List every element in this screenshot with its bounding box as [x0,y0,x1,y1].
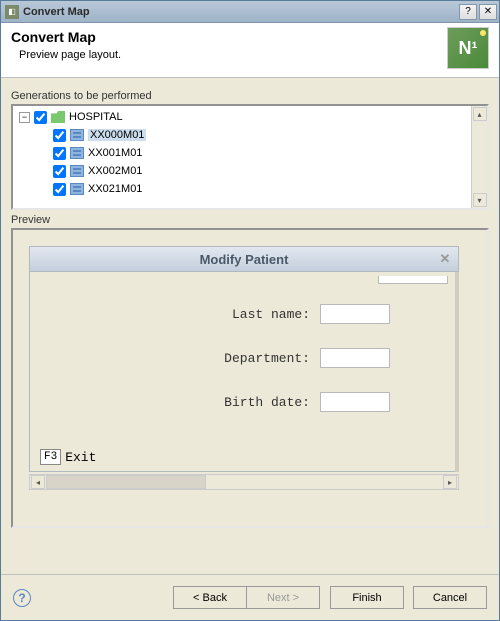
collapse-icon[interactable]: − [19,112,30,123]
last-name-input[interactable] [320,304,390,324]
tree-item-label: XX001M01 [88,147,142,159]
tree-item-row[interactable]: XX001M01 [17,144,483,162]
folder-icon [51,111,65,123]
tree-root-checkbox[interactable] [34,111,47,124]
field-label: Department: [40,351,320,366]
product-logo: N¹ [447,27,489,69]
form-icon [70,129,84,141]
function-key-label: Exit [65,450,96,465]
form-row: Department: [40,336,448,380]
tree-root-row[interactable]: − HOSPITAL [17,108,483,126]
tree-item-checkbox[interactable] [53,147,66,160]
page-title: Convert Map [11,29,447,45]
form-row: Last name: [40,292,448,336]
window-title: Convert Map [23,6,457,18]
titlebar: ◧ Convert Map ? ✕ [1,1,499,23]
help-icon[interactable]: ? [13,589,31,607]
preview-pane: Modify Patient ✕ Last name: Department: … [11,228,489,528]
department-input[interactable] [320,348,390,368]
page-subtitle: Preview page layout. [19,49,447,61]
preview-body: Last name: Department: Birth date: F3 Ex… [29,272,459,472]
preview-v-scroll-edge [455,272,459,472]
finish-button[interactable]: Finish [330,586,404,609]
field-label: Last name: [40,307,320,322]
tree-item-checkbox[interactable] [53,165,66,178]
tree-item-label: XX021M01 [88,183,142,195]
tree-item-row[interactable]: XX002M01 [17,162,483,180]
scroll-track[interactable] [46,475,442,489]
window-help-button[interactable]: ? [459,4,477,20]
header-panel: Convert Map Preview page layout. N¹ [1,23,499,78]
scroll-left-button[interactable]: ◂ [31,475,45,489]
generations-tree[interactable]: − HOSPITAL XX000M01 XX001M01 XX002M01 [11,104,489,210]
tree-scrollbar[interactable]: ▴ ▾ [471,106,487,208]
scroll-right-button[interactable]: ▸ [443,475,457,489]
next-button: Next > [246,586,320,609]
preview-label: Preview [11,214,489,226]
form-row: Birth date: [40,380,448,424]
preview-h-scrollbar[interactable]: ◂ ▸ [29,474,459,490]
tree-item-label: XX000M01 [88,129,146,141]
function-key-badge: F3 [40,449,61,465]
field-label: Birth date: [40,395,320,410]
tree-item-checkbox[interactable] [53,129,66,142]
preview-window: Modify Patient ✕ Last name: Department: … [29,246,459,490]
preview-close-icon[interactable]: ✕ [438,252,452,266]
wizard-button-bar: ? < Back Next > Finish Cancel [1,574,499,620]
form-icon [70,147,84,159]
form-icon [70,165,84,177]
form-icon [70,183,84,195]
tree-item-label: XX002M01 [88,165,142,177]
window-close-button[interactable]: ✕ [479,4,497,20]
preview-footer: F3 Exit [40,449,96,465]
cancel-button[interactable]: Cancel [413,586,487,609]
birth-date-input[interactable] [320,392,390,412]
tree-root-label: HOSPITAL [69,111,123,123]
tree-item-row[interactable]: XX021M01 [17,180,483,198]
partial-field [378,276,448,284]
scroll-down-button[interactable]: ▾ [473,193,487,207]
preview-title-text: Modify Patient [200,252,289,267]
preview-titlebar: Modify Patient ✕ [29,246,459,272]
tree-item-row[interactable]: XX000M01 [17,126,483,144]
scroll-up-button[interactable]: ▴ [473,107,487,121]
app-icon: ◧ [5,5,19,19]
back-button[interactable]: < Back [173,586,247,609]
scroll-thumb[interactable] [46,475,206,489]
generations-label: Generations to be performed [11,90,489,102]
tree-item-checkbox[interactable] [53,183,66,196]
